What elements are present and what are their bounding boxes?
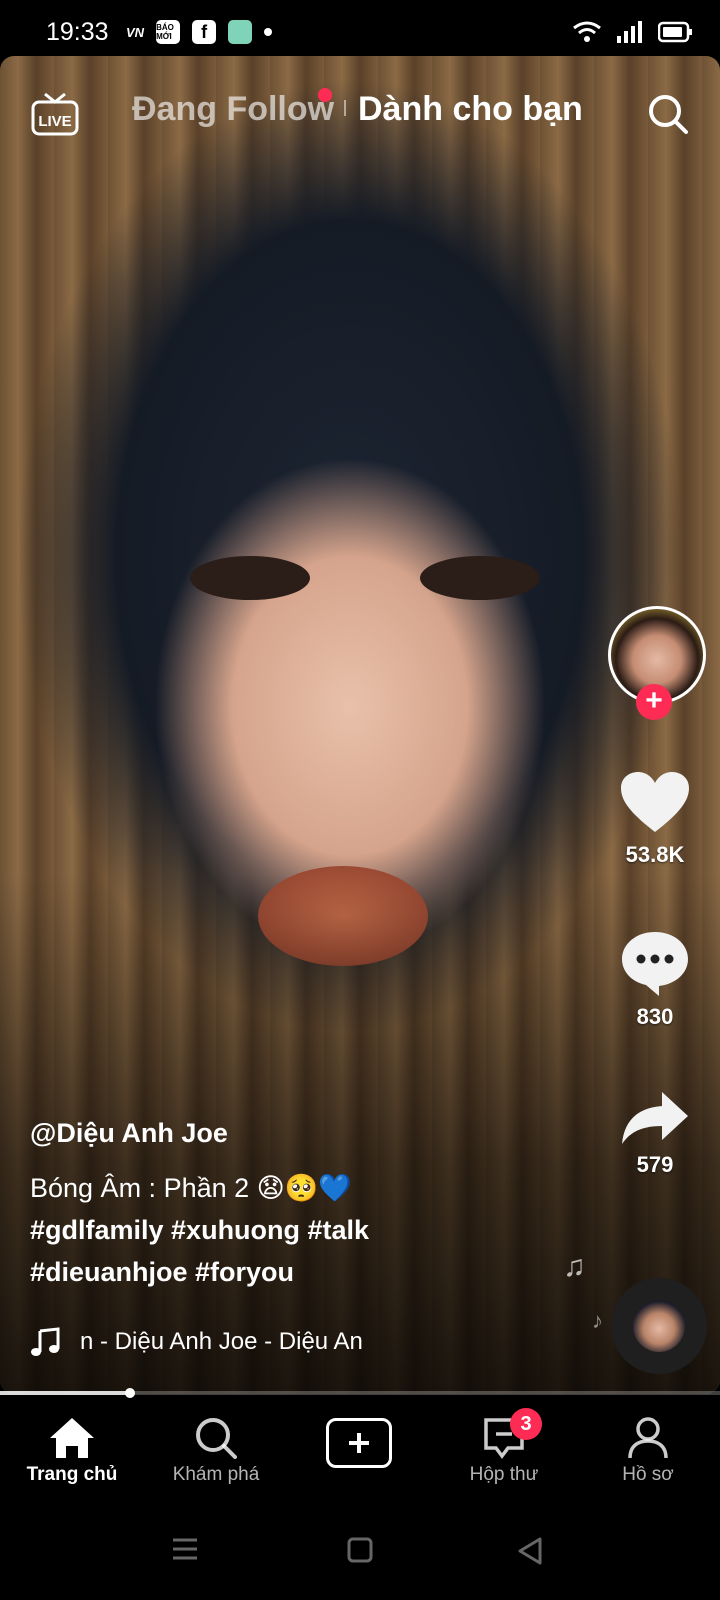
caption-text: Bóng Âm : Phần 2 😧🥺💙 <box>30 1173 353 1203</box>
comment-count: 830 <box>636 1004 674 1029</box>
author-name[interactable]: @Diệu Anh Joe <box>30 1118 590 1149</box>
live-button[interactable]: LIVE <box>30 88 80 136</box>
video-frame-detail <box>150 546 580 626</box>
plus-icon <box>349 1433 369 1453</box>
nav-profile-label: Hồ sơ <box>622 1464 674 1485</box>
heart-icon <box>621 772 689 832</box>
hashtags-line-1[interactable]: #gdlfamily #xuhuong #talk <box>30 1209 590 1251</box>
nav-inbox-label: Hộp thư <box>469 1464 539 1485</box>
video-progress-bar[interactable] <box>0 1388 720 1398</box>
back-icon <box>518 1537 542 1565</box>
vtv-icon: VN <box>126 24 145 40</box>
nav-home-label: Trang chủ <box>26 1464 118 1485</box>
tab-following[interactable]: Đang Follow <box>132 90 334 129</box>
video-progress-fill <box>0 1391 130 1395</box>
svg-text:LIVE: LIVE <box>38 113 71 130</box>
floating-note-icon: ♪ <box>592 1308 603 1333</box>
video-progress-knob[interactable] <box>124 1388 135 1398</box>
floating-note-icon: ♫ <box>563 1250 586 1283</box>
dot-icon <box>264 28 273 36</box>
follow-button[interactable]: + <box>636 684 672 720</box>
nav-home[interactable]: Trang chủ <box>0 1398 144 1502</box>
like-button[interactable]: 53.8K <box>590 770 720 868</box>
music-title: n - Diệu Anh Joe - Diệu An <box>80 1328 363 1355</box>
live-icon: LIVE <box>31 92 79 136</box>
share-icon <box>622 1092 688 1144</box>
nav-discover[interactable]: Khám phá <box>144 1398 288 1502</box>
square-icon <box>347 1537 373 1563</box>
music-note-icon <box>31 1327 60 1356</box>
home-icon <box>50 1418 94 1458</box>
back-button[interactable] <box>516 1536 544 1571</box>
system-navigation <box>0 1502 720 1600</box>
recent-apps-button[interactable] <box>170 1536 200 1567</box>
music-disc-avatar <box>633 1300 685 1352</box>
comment-icon <box>622 932 688 996</box>
music-disc[interactable] <box>611 1278 707 1374</box>
app-icon <box>228 20 253 44</box>
create-button[interactable] <box>326 1418 392 1468</box>
action-column: + 53.8K 830 579 <box>590 0 720 1400</box>
home-system-button[interactable] <box>346 1536 374 1569</box>
inbox-badge: 3 <box>510 1408 542 1440</box>
caption: Bóng Âm : Phần 2 😧🥺💙 #gdlfamily #xuhuong… <box>30 1167 590 1293</box>
tab-separator <box>344 100 346 116</box>
music-info[interactable]: n - Diệu Anh Joe - Diệu An <box>30 1322 430 1362</box>
bao-moi-icon: BÁO MỚI <box>156 20 181 44</box>
bottom-nav: Trang chủ Khám phá 3 Hộp thư Hồ sơ <box>0 1398 720 1502</box>
nav-inbox[interactable]: 3 Hộp thư <box>432 1398 576 1502</box>
share-button[interactable]: 579 <box>590 1090 720 1178</box>
notification-icons: VN BÁO MỚI f <box>126 20 273 44</box>
following-notification-dot <box>318 88 332 102</box>
nav-profile[interactable]: Hồ sơ <box>576 1398 720 1502</box>
nav-discover-label: Khám phá <box>172 1464 260 1485</box>
hashtags-line-2[interactable]: #dieuanhjoe #foryou <box>30 1251 590 1293</box>
post-info: @Diệu Anh Joe Bóng Âm : Phần 2 😧🥺💙 #gdlf… <box>30 1118 590 1293</box>
facebook-icon: f <box>192 20 217 44</box>
like-count: 53.8K <box>625 842 685 867</box>
discover-icon <box>196 1418 237 1459</box>
nav-create[interactable] <box>288 1398 432 1502</box>
profile-icon <box>628 1417 668 1459</box>
status-time: 19:33 <box>46 18 109 46</box>
tab-for-you[interactable]: Dành cho bạn <box>358 90 583 129</box>
share-count: 579 <box>636 1152 674 1177</box>
menu-icon <box>173 1538 197 1560</box>
comment-button[interactable]: 830 <box>590 928 720 1030</box>
